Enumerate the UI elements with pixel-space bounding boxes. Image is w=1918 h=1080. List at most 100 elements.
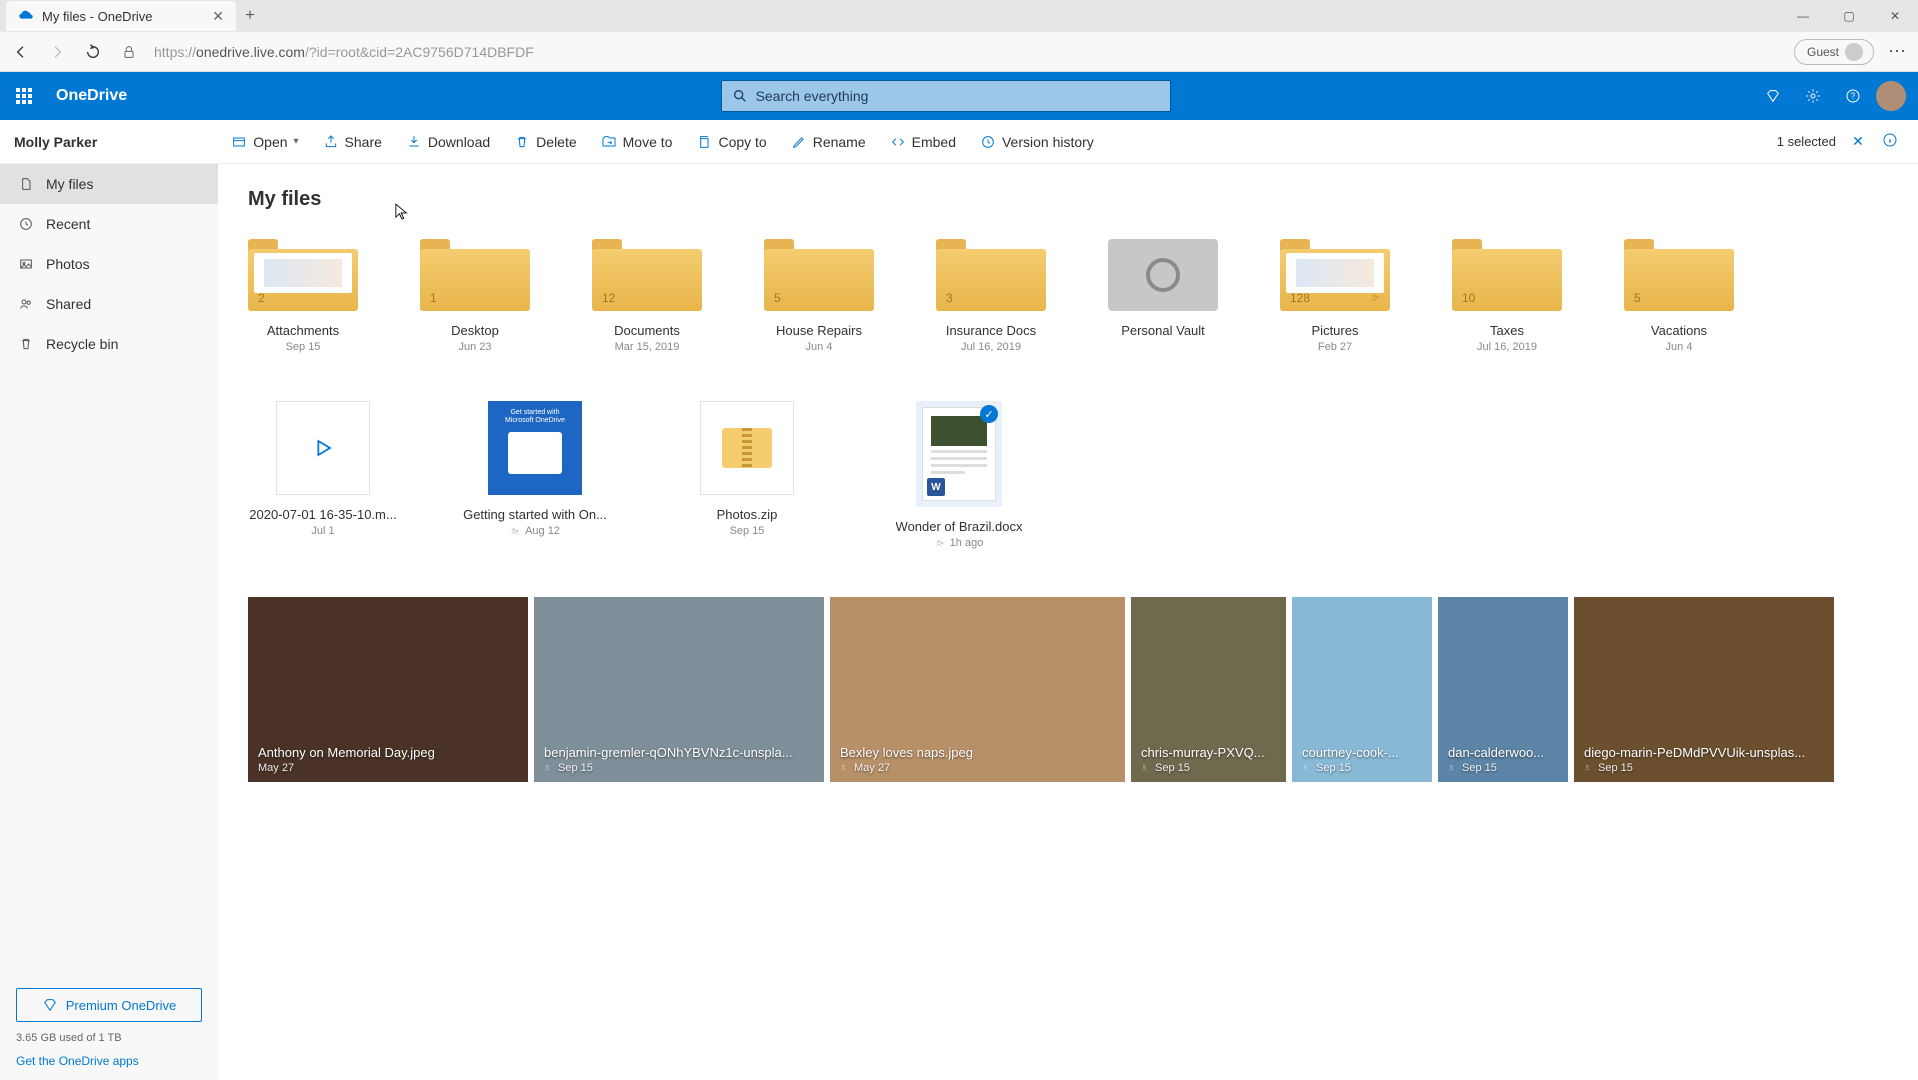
forward-button[interactable] (46, 41, 68, 63)
photo-item[interactable]: chris-murray-PXVQ... Sep 15 (1131, 597, 1286, 782)
lock-icon[interactable] (118, 41, 140, 63)
delete-button[interactable]: Delete (504, 126, 586, 158)
photos-row: Anthony on Memorial Day.jpegMay 27benjam… (248, 597, 1888, 782)
photo-item[interactable]: diego-marin-PeDMdPVVUik-unsplas... Sep 1… (1574, 597, 1834, 782)
photo-date: Sep 15 (1302, 762, 1399, 774)
folder-item[interactable]: 5VacationsJun 4 (1624, 239, 1734, 353)
folder-item[interactable]: 12DocumentsMar 15, 2019 (592, 239, 702, 353)
files-icon (18, 176, 34, 192)
copyto-button[interactable]: Copy to (686, 126, 776, 158)
svg-text:?: ? (1851, 92, 1856, 101)
download-button[interactable]: Download (396, 126, 500, 158)
window-maximize-button[interactable]: ▢ (1826, 0, 1872, 32)
sidebar-item-photos[interactable]: Photos (0, 244, 218, 284)
item-name: Taxes (1490, 323, 1524, 338)
files-grid: 2020-07-01 16-35-10.m...Jul 1 Get started… (248, 401, 1888, 549)
folder-item[interactable]: Personal Vault (1108, 239, 1218, 353)
file-item[interactable]: Photos.zipSep 15 (672, 401, 822, 549)
tab-strip: My files - OneDrive ✕ + — ▢ ✕ (0, 0, 1918, 32)
settings-button[interactable] (1796, 79, 1830, 113)
file-item[interactable]: 2020-07-01 16-35-10.m...Jul 1 (248, 401, 398, 549)
app-launcher-button[interactable] (0, 88, 48, 104)
folder-icon: 5 (1624, 239, 1734, 311)
photo-date: May 27 (840, 762, 973, 774)
item-name: Photos.zip (717, 507, 778, 522)
clear-selection-button[interactable]: ✕ (1844, 133, 1872, 150)
moveto-button[interactable]: Move to (591, 126, 683, 158)
account-avatar[interactable] (1876, 81, 1906, 111)
history-icon (980, 134, 996, 150)
search-input[interactable] (756, 88, 1160, 104)
recent-icon (18, 216, 34, 232)
sidebar-item-shared[interactable]: Shared (0, 284, 218, 324)
item-name: Documents (614, 323, 680, 338)
file-item[interactable]: W✓Wonder of Brazil.docx 1h ago (884, 401, 1034, 549)
item-name: House Repairs (776, 323, 862, 338)
search-box[interactable] (721, 80, 1171, 112)
photo-item[interactable]: Anthony on Memorial Day.jpegMay 27 (248, 597, 528, 782)
gear-icon (1805, 88, 1821, 104)
premium-icon[interactable] (1756, 79, 1790, 113)
folder-icon: 5 (764, 239, 874, 311)
item-date: Jul 16, 2019 (961, 341, 1021, 353)
sidebar-item-myfiles[interactable]: My files (0, 164, 218, 204)
photo-name: courtney-cook-... (1302, 745, 1399, 760)
photo-name: Bexley loves naps.jpeg (840, 745, 973, 760)
refresh-button[interactable] (82, 41, 104, 63)
item-date: 1h ago (935, 537, 984, 549)
browser-menu-button[interactable]: ⋯ (1888, 41, 1908, 62)
profile-badge[interactable]: Guest (1794, 39, 1874, 65)
trash-icon (18, 336, 34, 352)
rename-icon (791, 134, 807, 150)
tab-close-icon[interactable]: ✕ (212, 8, 224, 25)
search-wrap (135, 80, 1756, 112)
embed-button[interactable]: Embed (880, 126, 966, 158)
folder-icon: 3 (936, 239, 1046, 311)
help-button[interactable]: ? (1836, 79, 1870, 113)
file-item[interactable]: Get started withMicrosoft OneDriveGettin… (460, 401, 610, 549)
item-name: Insurance Docs (946, 323, 1036, 338)
sidebar-item-recycle[interactable]: Recycle bin (0, 324, 218, 364)
brand-label[interactable]: OneDrive (48, 87, 135, 105)
share-icon (323, 134, 339, 150)
photo-item[interactable]: Bexley loves naps.jpeg May 27 (830, 597, 1125, 782)
browser-tab[interactable]: My files - OneDrive ✕ (6, 1, 236, 31)
guest-avatar-icon (1845, 43, 1863, 61)
share-button[interactable]: Share (313, 126, 392, 158)
get-apps-link[interactable]: Get the OneDrive apps (16, 1054, 202, 1068)
window-minimize-button[interactable]: — (1780, 0, 1826, 32)
video-thumb (276, 401, 370, 495)
folder-item[interactable]: 2AttachmentsSep 15 (248, 239, 358, 353)
window-close-button[interactable]: ✕ (1872, 0, 1918, 32)
back-button[interactable] (10, 41, 32, 63)
user-name: Molly Parker (14, 134, 97, 150)
photo-item[interactable]: benjamin-gremler-qONhYBVNz1c-unspla... S… (534, 597, 824, 782)
search-icon (732, 88, 748, 104)
folder-item[interactable]: 5House RepairsJun 4 (764, 239, 874, 353)
photo-item[interactable]: dan-calderwoo... Sep 15 (1438, 597, 1568, 782)
embed-icon (890, 134, 906, 150)
open-icon (231, 134, 247, 150)
photo-item[interactable]: courtney-cook-... Sep 15 (1292, 597, 1432, 782)
download-icon (406, 134, 422, 150)
url-text[interactable]: https://onedrive.live.com/?id=root&cid=2… (154, 44, 1780, 60)
version-button[interactable]: Version history (970, 126, 1104, 158)
waffle-icon (16, 88, 32, 104)
details-pane-button[interactable] (1876, 132, 1904, 151)
copyto-icon (696, 134, 712, 150)
folder-icon: 12 (592, 239, 702, 311)
premium-button[interactable]: Premium OneDrive (16, 988, 202, 1022)
photos-icon (18, 256, 34, 272)
folder-item[interactable]: 1DesktopJun 23 (420, 239, 530, 353)
rename-button[interactable]: Rename (781, 126, 876, 158)
item-date: Jul 1 (311, 525, 334, 537)
folder-item[interactable]: 128PicturesFeb 27 (1280, 239, 1390, 353)
folder-item[interactable]: 3 Insurance Docs Jul 16, 2019 (936, 239, 1046, 353)
photo-name: chris-murray-PXVQ... (1141, 745, 1265, 760)
folder-item[interactable]: 10TaxesJul 16, 2019 (1452, 239, 1562, 353)
sidebar-item-recent[interactable]: Recent (0, 204, 218, 244)
workspace: My files Recent Photos Shared Recycle bi… (0, 164, 1918, 1080)
open-button[interactable]: Open▾ (221, 126, 308, 158)
command-bar: Molly Parker Open▾ Share Download Delete… (0, 120, 1918, 164)
new-tab-button[interactable]: + (236, 7, 264, 25)
